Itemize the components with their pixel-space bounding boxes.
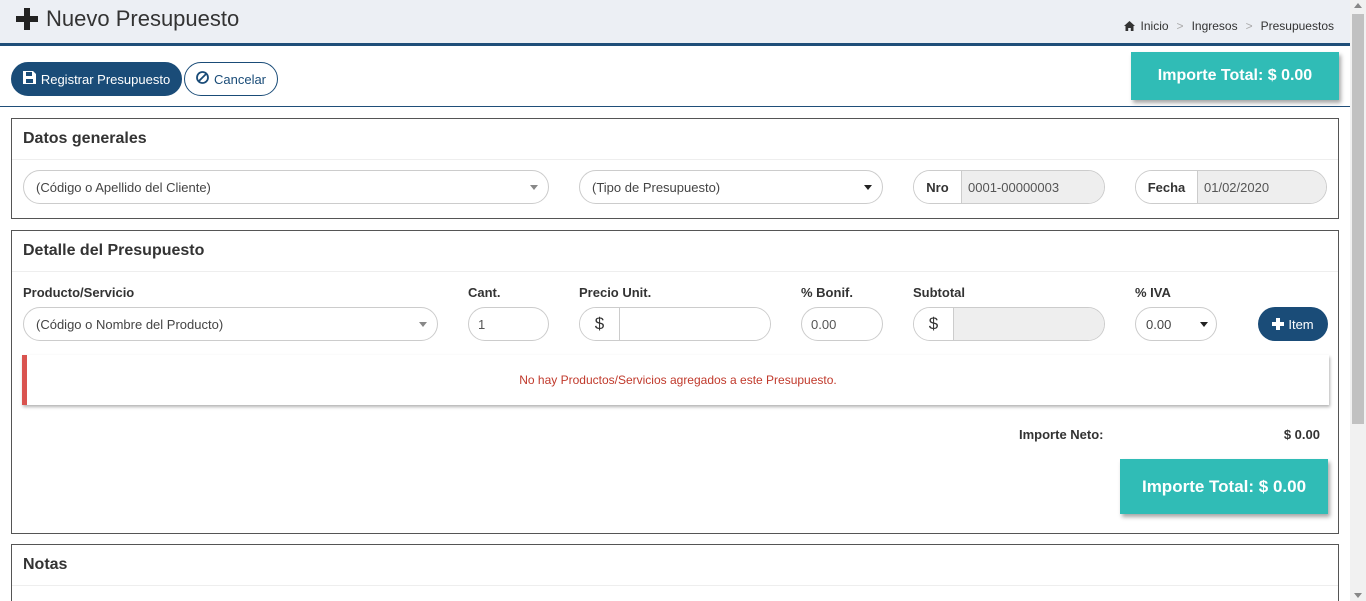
subtotal-group: $: [913, 307, 1105, 341]
iva-value: 0.00: [1146, 316, 1172, 332]
cancel-label: Cancelar: [213, 71, 267, 87]
date-field: 01/02/2020: [1198, 171, 1326, 203]
breadcrumb-item-inicio[interactable]: Inicio: [1141, 19, 1169, 33]
subtotal-field: [954, 308, 1104, 340]
chevron-down-icon: [419, 322, 427, 327]
currency-addon: $: [914, 308, 954, 340]
quantity-input[interactable]: 1: [468, 307, 549, 341]
number-field: 0001-00000003: [962, 171, 1104, 203]
page-header: Nuevo Presupuesto Inicio > Ingresos > Pr…: [0, 0, 1350, 46]
page-title: Nuevo Presupuesto: [16, 6, 239, 32]
bonif-column-label: % Bonif.: [801, 285, 853, 300]
number-field-group: Nro 0001-00000003: [913, 170, 1105, 204]
register-budget-label: Registrar Presupuesto: [40, 71, 171, 87]
client-select[interactable]: (Código o Apellido del Cliente): [23, 170, 549, 204]
unit-price-group: $: [579, 307, 771, 341]
bonus-value: 0.00: [811, 316, 837, 332]
breadcrumb-separator: >: [1245, 19, 1253, 33]
scroll-up-arrow-icon[interactable]: [1354, 3, 1362, 8]
bonus-input[interactable]: 0.00: [801, 307, 883, 341]
number-label: Nro: [914, 171, 962, 203]
plus-icon: [1272, 318, 1285, 330]
divider: [12, 585, 1338, 586]
add-item-label: Item: [1288, 316, 1314, 332]
budget-type-placeholder: (Tipo de Presupuesto): [592, 179, 721, 195]
chevron-down-icon: [1200, 322, 1208, 327]
qty-column-label: Cant.: [468, 285, 501, 300]
breadcrumb: Inicio > Ingresos > Presupuestos: [1123, 19, 1334, 33]
scroll-down-arrow-icon[interactable]: [1354, 593, 1362, 598]
register-budget-button[interactable]: Registrar Presupuesto: [11, 62, 182, 96]
net-amount-value: $ 0.00: [1283, 427, 1320, 442]
add-item-button[interactable]: Item: [1258, 307, 1328, 341]
empty-items-message: No hay Productos/Servicios agregados a e…: [519, 373, 837, 387]
breadcrumb-item-ingresos[interactable]: Ingresos: [1192, 19, 1238, 33]
divider: [12, 271, 1338, 272]
subtotal-column-label: Subtotal: [913, 285, 965, 300]
home-icon: [1123, 21, 1135, 31]
budget-detail-panel: Detalle del Presupuesto Producto/Servici…: [11, 230, 1339, 534]
quantity-value: 1: [478, 316, 486, 332]
product-select-placeholder: (Código o Nombre del Producto): [36, 316, 224, 332]
notes-panel: Notas: [11, 544, 1339, 601]
empty-items-callout: No hay Productos/Servicios agregados a e…: [22, 355, 1329, 405]
page-title-text: Nuevo Presupuesto: [46, 6, 240, 31]
ban-icon: [196, 71, 209, 87]
breadcrumb-separator: >: [1176, 19, 1184, 33]
total-amount-badge-top: Importe Total: $ 0.00: [1131, 52, 1339, 100]
budget-detail-title: Detalle del Presupuesto: [23, 242, 205, 259]
general-data-panel: Datos generales (Código o Apellido del C…: [11, 118, 1339, 219]
iva-select[interactable]: 0.00: [1135, 307, 1217, 341]
chevron-down-icon: [530, 185, 538, 190]
breadcrumb-item-presupuestos: Presupuestos: [1260, 19, 1334, 33]
cancel-button[interactable]: Cancelar: [184, 62, 278, 96]
product-select[interactable]: (Código o Nombre del Producto): [23, 307, 438, 341]
unit-price-input[interactable]: [620, 308, 770, 340]
notes-title: Notas: [23, 556, 68, 573]
currency-addon: $: [580, 308, 620, 340]
budget-type-select[interactable]: (Tipo de Presupuesto): [579, 170, 883, 204]
total-amount-badge-bottom: Importe Total: $ 0.00: [1120, 459, 1328, 514]
divider: [12, 159, 1338, 160]
general-data-title: Datos generales: [23, 130, 147, 147]
scrollbar-thumb[interactable]: [1352, 14, 1364, 424]
date-label: Fecha: [1136, 171, 1198, 203]
scrollbar[interactable]: [1350, 0, 1366, 601]
plus-icon: [16, 8, 38, 30]
toolbar: Registrar Presupuesto Cancelar Importe T…: [0, 47, 1350, 107]
product-column-label: Producto/Servicio: [23, 285, 135, 300]
iva-column-label: % IVA: [1135, 285, 1171, 300]
date-field-group: Fecha 01/02/2020: [1135, 170, 1327, 204]
client-select-placeholder: (Código o Apellido del Cliente): [36, 179, 211, 195]
save-icon: [22, 71, 36, 87]
chevron-down-icon: [864, 185, 872, 190]
net-amount-label: Importe Neto:: [1019, 427, 1104, 442]
price-column-label: Precio Unit.: [579, 285, 652, 300]
